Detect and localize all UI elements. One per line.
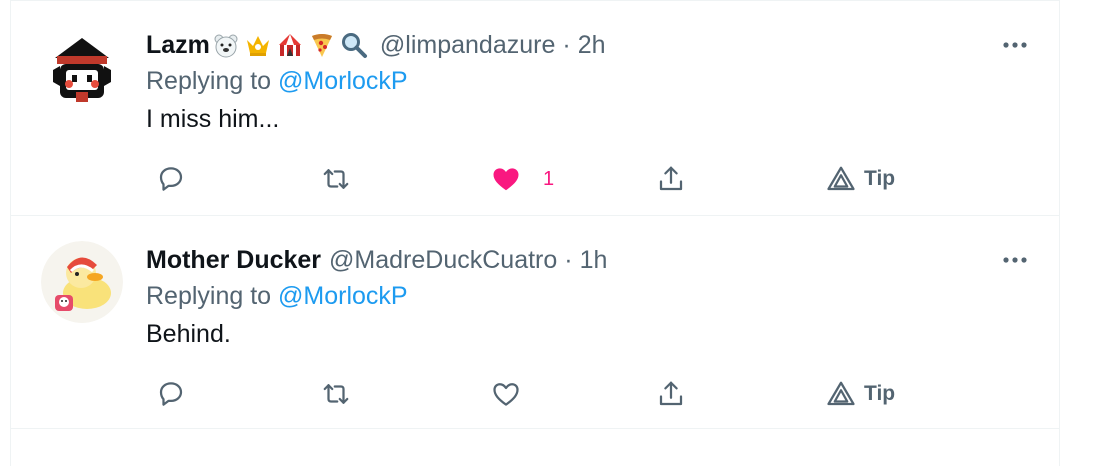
tweet[interactable]: Mother Ducker @MadreDuckCuatro · 1h Repl… [11, 216, 1059, 429]
tip-icon [827, 166, 855, 191]
avatar[interactable] [41, 26, 123, 108]
tip-button[interactable]: Tip [826, 159, 895, 199]
retweet-button[interactable] [321, 159, 351, 199]
tweet[interactable]: Lazm @limpandazure · 2h Replying to @Mor… [11, 1, 1059, 216]
circus-tent-icon [278, 34, 301, 56]
avatar[interactable] [41, 241, 123, 323]
user-handle[interactable]: @limpandazure [380, 31, 555, 60]
like-button[interactable]: 1 [491, 159, 554, 199]
like-button[interactable] [491, 374, 543, 414]
magnifier-icon [341, 33, 367, 58]
reply-icon [159, 382, 183, 406]
share-button[interactable] [656, 159, 686, 199]
tweet-header: Mother Ducker @MadreDuckCuatro · 1h [146, 244, 607, 276]
reply-icon [159, 167, 183, 191]
tip-label: Tip [864, 382, 896, 405]
tweet-text: I miss him... [146, 105, 280, 133]
retweet-icon [323, 169, 349, 189]
share-button[interactable] [656, 374, 686, 414]
crown-icon [246, 36, 269, 56]
more-options-icon[interactable] [1001, 39, 1029, 51]
timestamp[interactable]: 2h [578, 31, 606, 60]
like-count: 1 [543, 167, 555, 190]
user-handle[interactable]: @MadreDuckCuatro [329, 246, 557, 275]
retweet-button[interactable] [321, 374, 351, 414]
more-options-icon[interactable] [1001, 254, 1029, 266]
tweet-text: Behind. [146, 320, 231, 348]
separator-dot: · [562, 30, 571, 59]
replying-to: Replying to @MorlockP [146, 67, 408, 96]
timestamp[interactable]: 1h [580, 246, 608, 275]
polar-bear-icon [214, 34, 238, 58]
tip-label: Tip [864, 167, 896, 190]
share-icon [659, 166, 683, 191]
tip-icon [827, 381, 855, 406]
display-name[interactable]: Mother Ducker [146, 246, 321, 275]
tweet-header: Lazm @limpandazure · 2h [146, 29, 606, 61]
replying-to-prefix: Replying to [146, 67, 272, 95]
reply-feed: Lazm @limpandazure · 2h Replying to @Mor… [10, 0, 1060, 466]
share-icon [659, 381, 683, 406]
tip-button[interactable]: Tip [826, 374, 895, 414]
heart-outline-icon [493, 383, 519, 406]
display-name[interactable]: Lazm [146, 31, 210, 60]
replying-to-link[interactable]: @MorlockP [278, 282, 408, 310]
name-emojis [212, 31, 372, 59]
reply-button[interactable] [156, 374, 186, 414]
replying-to-prefix: Replying to [146, 282, 272, 310]
replying-to: Replying to @MorlockP [146, 282, 408, 311]
reply-button[interactable] [156, 159, 186, 199]
pizza-icon [311, 34, 332, 57]
separator-dot: · [564, 245, 573, 274]
action-bar: 1 Tip [146, 159, 1026, 199]
heart-filled-icon [493, 168, 519, 191]
retweet-icon [323, 384, 349, 404]
action-bar: Tip [146, 374, 1026, 414]
replying-to-link[interactable]: @MorlockP [278, 67, 408, 95]
